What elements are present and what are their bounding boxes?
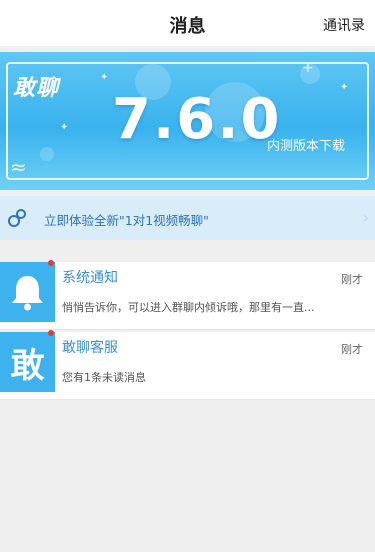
unread-dot <box>48 260 54 266</box>
divider <box>0 329 375 330</box>
conversation-preview: 悄悄告诉你，可以进入群聊内倾诉哦，那里有一直... <box>62 301 315 314</box>
unread-dot <box>48 330 54 336</box>
app-logo-text: 敢聊 <box>13 76 60 101</box>
avatar <box>0 262 55 322</box>
waves-icon: ≈ <box>10 155 27 179</box>
conversation-preview: 您有1条未读消息 <box>62 371 146 384</box>
conversation-name: 敢聊客服 <box>62 340 118 356</box>
conversation-time: 刚才 <box>341 343 363 356</box>
conversation-time: 刚才 <box>341 273 363 286</box>
promo-text: 立即体验全新"1对1视频畅聊" <box>44 213 209 228</box>
top-bar: 消息 通讯录 <box>0 0 375 46</box>
conversation-item-system[interactable]: 系统通知 刚才 悄悄告诉你，可以进入群聊内倾诉哦，那里有一直... <box>0 260 375 330</box>
sparkle-icon: ✦ <box>340 82 349 93</box>
chevron-right-icon: › <box>362 208 369 227</box>
video-chat-promo[interactable]: 立即体验全新"1对1视频畅聊" › <box>0 196 375 240</box>
conversation-name: 系统通知 <box>62 270 118 286</box>
version-number: 7.6.0 <box>112 87 282 152</box>
avatar: 敢 <box>0 332 55 392</box>
sparkle-icon: ✦ <box>60 122 69 133</box>
conversation-item-support[interactable]: 敢 敢聊客服 刚才 您有1条未读消息 <box>0 330 375 400</box>
plus-icon: + <box>302 60 314 76</box>
page-title: 消息 <box>169 16 206 37</box>
link-icon <box>8 209 26 227</box>
contacts-button[interactable]: 通讯录 <box>323 15 365 35</box>
sparkle-icon: ✦ <box>100 72 109 83</box>
bell-icon <box>12 276 43 311</box>
download-label: 内测版本下载 <box>267 139 346 154</box>
app-logo-icon: 敢 <box>10 345 45 386</box>
divider <box>0 399 375 400</box>
messages-screen: 消息 通讯录 敢聊 ≈ + ✦ ✦ ✦ 7.6.0 内测版本下载 立即体验全新"… <box>0 0 375 552</box>
